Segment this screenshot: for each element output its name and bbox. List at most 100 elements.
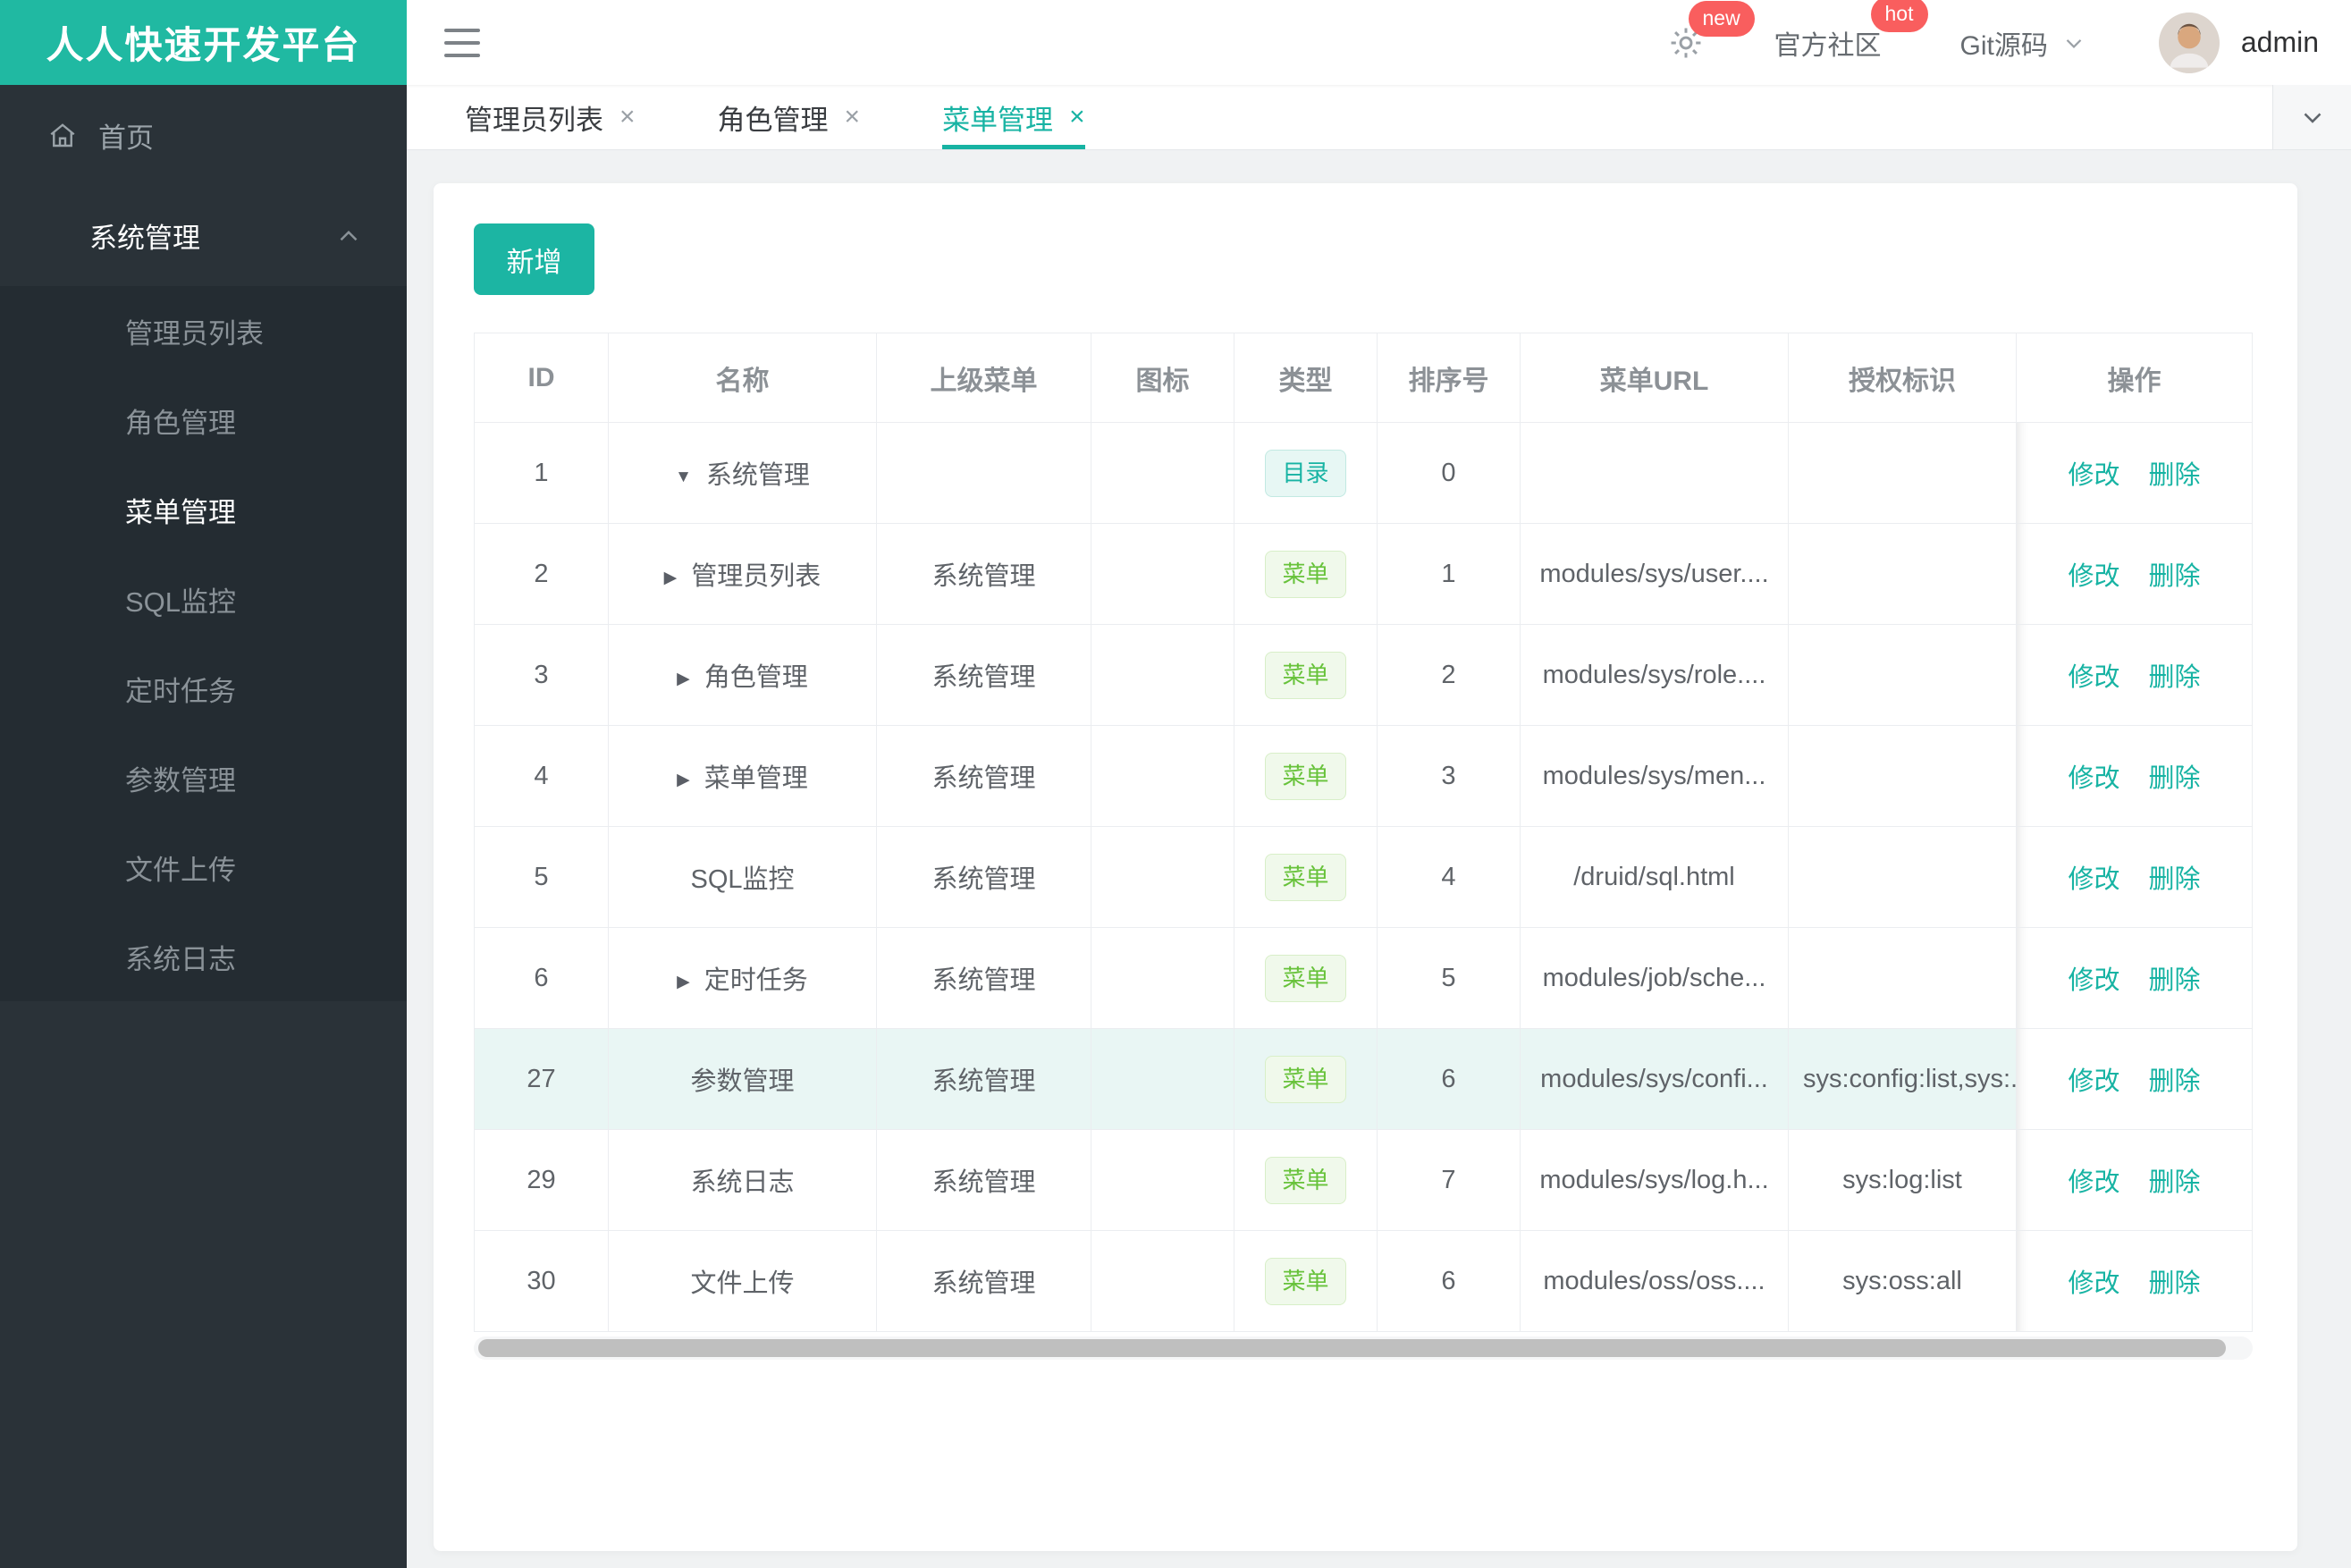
- horizontal-scrollbar[interactable]: [474, 1336, 2253, 1360]
- delete-link[interactable]: 删除: [2149, 1067, 2201, 1096]
- delete-link[interactable]: 删除: [2149, 562, 2201, 591]
- sidebar-item-link[interactable]: 系统日志: [0, 912, 407, 1001]
- cell-actions: 修改 删除: [2016, 1230, 2253, 1332]
- cell-type: 菜单: [1234, 1230, 1378, 1332]
- edit-link[interactable]: 修改: [2068, 1168, 2119, 1197]
- edit-link[interactable]: 修改: [2068, 562, 2119, 591]
- sidebar-item-label: 角色管理: [125, 407, 236, 439]
- sidebar-item-link[interactable]: 文件上传: [0, 822, 407, 912]
- cell-menu-url: modules/job/sche...: [1520, 927, 1789, 1029]
- collapsed-arrow-icon[interactable]: ▶: [664, 569, 678, 587]
- collapsed-arrow-icon[interactable]: ▶: [677, 771, 690, 789]
- cell-parent-menu: 系统管理: [876, 826, 1091, 928]
- sidebar-item-label: 文件上传: [125, 854, 236, 886]
- cell-name: SQL监控: [608, 826, 877, 928]
- table-row: 30 文件上传 系统管理 菜单 6 modules/oss/oss.... sys:oss:…: [474, 1230, 2253, 1332]
- sidebar-item-link[interactable]: 定时任务: [0, 644, 407, 733]
- menu-toggle-button[interactable]: [444, 28, 480, 57]
- tab-close-icon[interactable]: ×: [619, 102, 636, 132]
- sidebar-item-link[interactable]: 角色管理: [0, 375, 407, 465]
- sidebar-item-link[interactable]: SQL监控: [0, 554, 407, 644]
- delete-link[interactable]: 删除: [2149, 1168, 2201, 1197]
- tab-label: 菜单管理: [942, 104, 1054, 136]
- cell-perms: [1788, 624, 2017, 726]
- settings-gear-button[interactable]: new: [1667, 0, 1755, 62]
- column-header: 名称: [608, 333, 877, 423]
- app-window: 人人快速开发平台 首页 系统管理 管理员列表 角色管理 菜单管理 SQL监控 定时任务参…: [0, 0, 2351, 1568]
- collapsed-arrow-icon[interactable]: ▶: [677, 973, 690, 991]
- menu-name-label: SQL监控: [690, 865, 795, 894]
- edit-link[interactable]: 修改: [2068, 865, 2119, 894]
- tab-list: 管理员列表 × 角色管理 × 菜单管理 ×: [407, 85, 2272, 149]
- cell-actions: 修改 删除: [2016, 1129, 2253, 1231]
- menu-type-badge: 菜单: [1265, 954, 1346, 1002]
- cell-id: 6: [474, 927, 609, 1029]
- edit-link[interactable]: 修改: [2068, 764, 2119, 793]
- menu-type-badge: 菜单: [1265, 651, 1346, 699]
- delete-link[interactable]: 删除: [2149, 764, 2201, 793]
- cell-type: 菜单: [1234, 725, 1378, 827]
- delete-link[interactable]: 删除: [2149, 966, 2201, 995]
- home-icon: [50, 123, 75, 148]
- add-button[interactable]: 新增: [474, 223, 594, 295]
- delete-link[interactable]: 删除: [2149, 1269, 2201, 1298]
- cell-parent-menu: 系统管理: [876, 523, 1091, 625]
- cell-icon: [1091, 826, 1234, 928]
- cell-actions: 修改 删除: [2016, 624, 2253, 726]
- sidebar-submenu: 管理员列表角色管理菜单管理 SQL监控 定时任务 参数管理文件上传系统日志: [0, 286, 407, 1001]
- sidebar-item-link[interactable]: 参数管理: [0, 733, 407, 822]
- edit-link[interactable]: 修改: [2068, 663, 2119, 692]
- tab-close-icon[interactable]: ×: [1069, 102, 1085, 132]
- cell-name: ▶ 角色管理: [608, 624, 877, 726]
- chevron-down-icon: [2304, 113, 2321, 123]
- username-label[interactable]: admin: [2241, 26, 2319, 59]
- tab-close-icon[interactable]: ×: [845, 102, 861, 132]
- cell-id: 27: [474, 1028, 609, 1130]
- menu-name-label: 角色管理: [704, 663, 808, 692]
- tab-item[interactable]: 管理员列表 ×: [465, 85, 636, 149]
- avatar[interactable]: [2158, 12, 2220, 73]
- cell-icon: [1091, 422, 1234, 524]
- delete-link[interactable]: 删除: [2149, 461, 2201, 490]
- cell-actions: 修改 删除: [2016, 422, 2253, 524]
- sidebar-home-label: 首页: [98, 122, 154, 154]
- community-link[interactable]: 官方社区 hot: [1774, 0, 1928, 63]
- table-body: 1 ▼ 系统管理 目录 0 修改 删除 2 ▶ 管理员列表 系统管理 菜单 1 modules/sys/u…: [474, 422, 2253, 1332]
- edit-link[interactable]: 修改: [2068, 1067, 2119, 1096]
- cell-order: 5: [1377, 927, 1521, 1029]
- tab-active[interactable]: 菜单管理 ×: [942, 85, 1085, 149]
- edit-link[interactable]: 修改: [2068, 966, 2119, 995]
- cell-perms: [1788, 826, 2017, 928]
- cell-parent-menu: 系统管理: [876, 725, 1091, 827]
- table-row: 27 参数管理 系统管理 菜单 6 modules/sys/confi... sys:con…: [474, 1028, 2253, 1130]
- cell-type: 菜单: [1234, 624, 1378, 726]
- collapsed-arrow-icon[interactable]: ▶: [677, 670, 690, 688]
- cell-actions: 修改 删除: [2016, 725, 2253, 827]
- menu-type-badge: 菜单: [1265, 1055, 1346, 1103]
- cell-order: 6: [1377, 1028, 1521, 1130]
- cell-id: 2: [474, 523, 609, 625]
- edit-link[interactable]: 修改: [2068, 1269, 2119, 1298]
- tabbar: 管理员列表 × 角色管理 × 菜单管理 ×: [407, 85, 2351, 150]
- tabs-collapse-button[interactable]: [2272, 85, 2351, 149]
- sidebar-item-home[interactable]: 首页: [0, 85, 407, 185]
- git-source-dropdown[interactable]: Git源码: [1960, 23, 2087, 63]
- delete-link[interactable]: 删除: [2149, 663, 2201, 692]
- sidebar-group-system[interactable]: 系统管理: [0, 185, 407, 286]
- tab-item[interactable]: 角色管理 ×: [718, 85, 861, 149]
- cell-icon: [1091, 1028, 1234, 1130]
- cell-parent-menu: 系统管理: [876, 624, 1091, 726]
- cell-menu-url: modules/oss/oss....: [1520, 1230, 1789, 1332]
- cell-actions: 修改 删除: [2016, 826, 2253, 928]
- menu-type-badge: 菜单: [1265, 752, 1346, 800]
- sidebar-item-link[interactable]: 管理员列表: [0, 286, 407, 375]
- cell-perms: sys:config:list,sys:...: [1788, 1028, 2017, 1130]
- expand-arrow-icon[interactable]: ▼: [675, 468, 692, 486]
- scrollbar-thumb[interactable]: [478, 1339, 2226, 1357]
- menu-management-panel: 新增 ID 名称 上级菜单 图标 类型 排序号 菜单URL 授权标识 操作 1 ▼ 系统管理 目录 0 修…: [434, 183, 2297, 1551]
- edit-link[interactable]: 修改: [2068, 461, 2119, 490]
- cell-name: ▶ 菜单管理: [608, 725, 877, 827]
- sidebar-item-active[interactable]: 菜单管理: [0, 465, 407, 554]
- delete-link[interactable]: 删除: [2149, 865, 2201, 894]
- cell-type: 菜单: [1234, 927, 1378, 1029]
